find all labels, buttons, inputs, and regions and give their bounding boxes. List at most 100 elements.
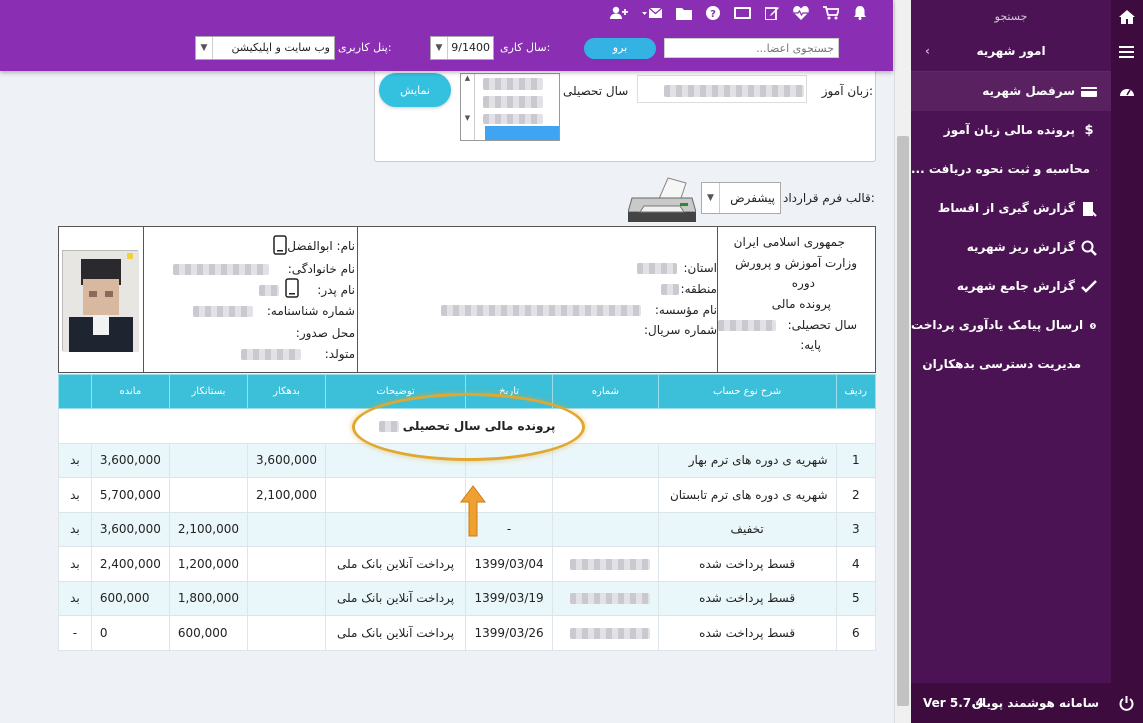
sidebar-item-tuition-detail-report[interactable]: گزارش ریز شهریه xyxy=(911,228,1111,267)
page-scrollbar[interactable] xyxy=(894,0,911,723)
sidebar-item-sms-reminder[interactable]: $ ارسال پیامک یادآوری پرداخت xyxy=(911,306,1111,345)
cell-status: بد xyxy=(58,511,92,547)
menu-icon[interactable] xyxy=(1119,46,1134,61)
sidebar-item-debtor-access[interactable]: مدیریت دسترسی بدهکاران xyxy=(911,345,1111,384)
info-institute-column: استان: منطقه: نام مؤسسه: شماره سریال: xyxy=(357,227,717,372)
region-field: منطقه: xyxy=(680,282,717,296)
info-photo-column xyxy=(59,227,143,372)
help-icon[interactable]: ? xyxy=(706,6,720,20)
cell-description: قسط پرداخت شده xyxy=(657,615,837,651)
cell-description: قسط پرداخت شده xyxy=(657,580,837,616)
dollar-icon: $ xyxy=(1084,122,1094,138)
cell-debit xyxy=(246,580,327,616)
sidebar-item-label: سرفصل شهریه xyxy=(982,84,1075,98)
cell-balance: 3,600,000 xyxy=(90,511,170,547)
app-version: Ver 5.7.4 xyxy=(923,696,985,710)
col-header-credit[interactable]: بستانکار xyxy=(168,374,248,409)
heartbeat-icon[interactable] xyxy=(793,6,809,20)
cell-index: 4 xyxy=(835,546,877,582)
edit-icon[interactable] xyxy=(765,6,779,20)
institute-field: نام مؤسسه: xyxy=(654,303,717,317)
academic-year-listbox[interactable]: ▲ ▼ xyxy=(460,73,560,141)
show-button[interactable]: نمایش xyxy=(379,73,451,107)
cell-index: 2 xyxy=(835,477,877,513)
folder-icon[interactable] xyxy=(676,7,692,20)
cell-index: 3 xyxy=(835,511,877,547)
col-header-balance[interactable]: مانده xyxy=(90,374,170,409)
scrollbar-thumb[interactable] xyxy=(897,136,909,706)
cell-status: بد xyxy=(58,546,92,582)
sidebar-item-installments-report[interactable]: گزارش گیری از اقساط xyxy=(911,189,1111,228)
sidebar-item-tuition-full-report[interactable]: گزارش جامع شهریه xyxy=(911,267,1111,306)
cell-number xyxy=(552,580,659,616)
work-year-select[interactable]: 9/1400 ▼ xyxy=(430,36,494,60)
student-photo xyxy=(62,250,139,352)
grade-field: پایه: xyxy=(800,338,821,352)
father-name-field: نام پدر: xyxy=(317,283,355,297)
credit-card-icon xyxy=(1081,86,1097,97)
sidebar-section-title: امور شهریه xyxy=(976,44,1046,58)
col-header-number[interactable]: شماره xyxy=(552,374,659,409)
user-panel-label: پنل کاربری: xyxy=(338,41,392,54)
issue-place-field: محل صدور: xyxy=(295,326,355,340)
user-panel-select[interactable]: وب سایت و اپلیکیشن ▼ xyxy=(195,36,335,60)
contract-template-value: پیشفرض xyxy=(730,191,775,205)
student-label: زبان آموز: xyxy=(821,84,873,98)
top-bar: ? برو سال کاری: 9/1400 ▼ پنل کاربری: وب … xyxy=(0,0,893,71)
province-field: استان: xyxy=(683,261,717,275)
cell-debit xyxy=(246,546,327,582)
cell-notes: پرداخت آنلاین بانک ملی xyxy=(325,615,467,651)
mail-icon[interactable] xyxy=(642,7,662,19)
cell-notes: پرداخت آنلاین بانک ملی xyxy=(325,546,467,582)
app-name: سامانه هوشمند پویان xyxy=(971,696,1099,710)
student-info-box: جمهوری اسلامی ایران وزارت آموزش و پرورش … xyxy=(58,226,876,373)
user-add-icon[interactable] xyxy=(610,6,628,20)
serial-field: شماره سریال: xyxy=(644,323,717,337)
contract-template-label: قالب فرم قرارداد: xyxy=(783,191,875,205)
sms-coin-icon: $ xyxy=(1090,322,1097,329)
monitor-icon[interactable] xyxy=(734,7,751,19)
cell-notes xyxy=(325,511,467,547)
col-header-index[interactable]: ردیف xyxy=(835,374,877,409)
cell-credit xyxy=(168,477,248,513)
go-button[interactable]: برو xyxy=(584,38,656,59)
col-header-debit[interactable]: بدهکار xyxy=(246,374,327,409)
phone-icon xyxy=(285,278,299,301)
table-row: 5 قسط پرداخت شده 1399/03/19 پرداخت آنلای… xyxy=(58,580,877,616)
printer-icon[interactable] xyxy=(627,176,697,227)
sidebar-section-tuition[interactable]: ‹ امور شهریه xyxy=(911,32,1111,72)
cell-balance: 0 xyxy=(90,615,170,651)
chevron-left-icon: ‹ xyxy=(925,44,930,58)
listbox-scrollbar[interactable]: ▲ ▼ xyxy=(461,74,475,140)
cell-debit xyxy=(246,511,327,547)
col-header-description[interactable]: شرح نوع حساب xyxy=(657,374,837,409)
power-icon[interactable] xyxy=(1119,696,1134,714)
first-name-field: نام: ابوالفضل xyxy=(287,239,355,253)
cart-icon[interactable] xyxy=(823,6,839,20)
sidebar-item-label: گزارش گیری از اقساط xyxy=(937,201,1075,215)
sidebar-item-label: مدیریت دسترسی بدهکاران xyxy=(922,357,1081,371)
home-icon[interactable] xyxy=(1119,10,1135,27)
bell-icon[interactable] xyxy=(853,6,867,20)
sidebar-item-label: ارسال پیامک یادآوری پرداخت xyxy=(911,318,1084,332)
sidebar-search[interactable]: جستجو xyxy=(911,0,1111,32)
selected-year-option[interactable] xyxy=(485,126,559,140)
last-name-field: نام خانوادگی: xyxy=(287,262,355,276)
cell-credit: 2,100,000 xyxy=(168,511,248,547)
filter-card: زبان آموز: سال تحصیلی ▲ ▼ نمایش xyxy=(374,64,876,162)
search-dollar-icon xyxy=(1081,240,1097,256)
work-year-label: سال کاری: xyxy=(500,41,551,54)
cell-index: 6 xyxy=(835,615,877,651)
cell-status: بد xyxy=(58,442,92,478)
dashboard-icon[interactable] xyxy=(1119,84,1135,101)
report-icon xyxy=(1083,201,1097,217)
sidebar-item-student-financial-file[interactable]: $ پرونده مالی زبان آموز xyxy=(911,111,1111,150)
top-controls: برو سال کاری: 9/1400 ▼ پنل کاربری: وب سا… xyxy=(0,36,893,62)
sidebar-item-calc-payment[interactable]: محاسبه و ثبت نحوه دریافت ... xyxy=(911,150,1111,189)
sidebar-item-tuition-headings[interactable]: سرفصل شهریه xyxy=(911,72,1111,111)
id-number-field: شماره شناسنامه: xyxy=(266,304,355,318)
academic-year-field: سال تحصیلی: xyxy=(787,318,857,332)
contract-template-select[interactable]: پیشفرض ▼ xyxy=(701,182,781,214)
member-search-input[interactable] xyxy=(664,38,839,58)
student-input[interactable] xyxy=(637,75,807,103)
